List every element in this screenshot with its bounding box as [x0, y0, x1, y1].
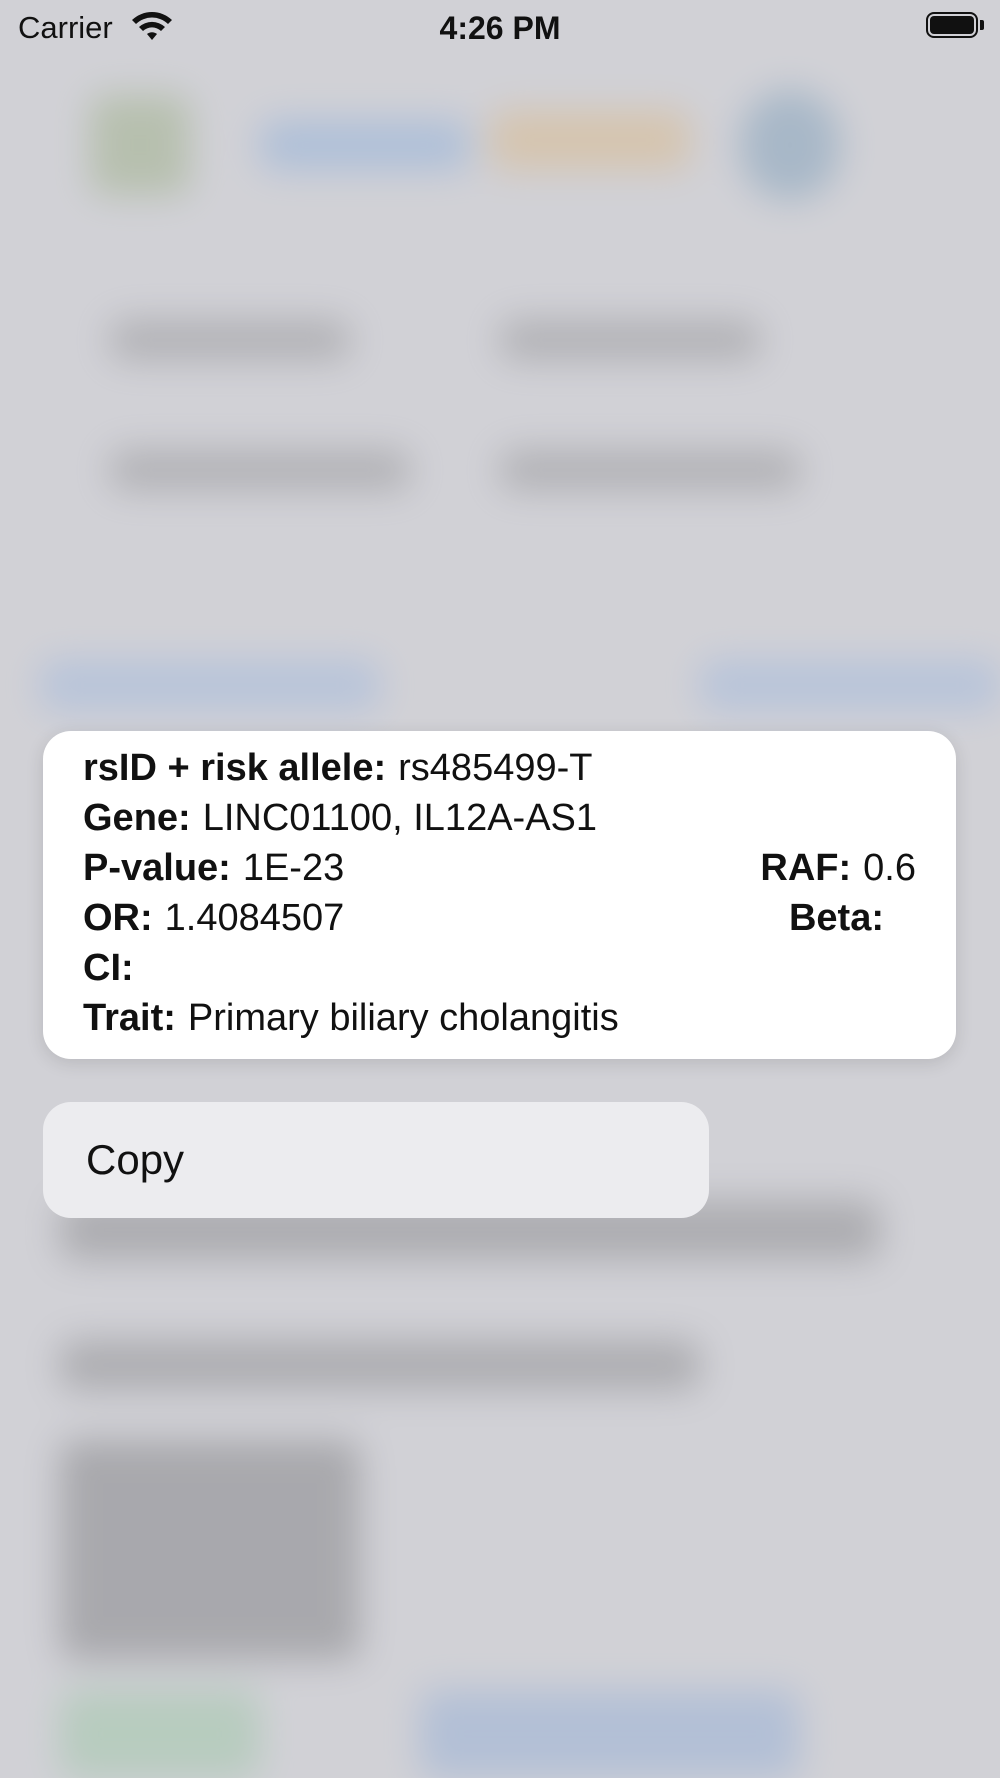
rsid-value: rs485499-T — [398, 747, 593, 789]
rsid-row: rsID + risk allele: rs485499-T — [83, 747, 916, 791]
trait-value: Primary biliary cholangitis — [187, 997, 619, 1039]
trait-row: Trait: Primary biliary cholangitis — [83, 997, 916, 1041]
or-row: OR: 1.4084507 Beta: — [83, 897, 916, 941]
raf-field: RAF: 0.6 — [760, 847, 916, 890]
status-bar: Carrier 4:26 PM — [0, 0, 1000, 56]
battery-icon — [926, 12, 984, 38]
gene-value: LINC01100, IL12A-AS1 — [202, 797, 598, 839]
pvalue-value: 1E-23 — [242, 847, 345, 889]
clock: 4:26 PM — [439, 10, 561, 46]
rsid-label: rsID + risk allele: — [83, 747, 387, 789]
association-preview-card: rsID + risk allele: rs485499-T Gene: LINC0… — [43, 731, 956, 1059]
copy-menu-item[interactable]: Copy — [43, 1102, 709, 1218]
gene-row: Gene: LINC01100, IL12A-AS1 — [83, 797, 916, 841]
beta-field: Beta: — [789, 897, 896, 940]
or-label: OR: — [83, 897, 153, 939]
ci-row: CI: — [83, 947, 916, 991]
raf-label: RAF: — [760, 847, 852, 889]
gene-label: Gene: — [83, 797, 191, 839]
raf-value: 0.6 — [863, 847, 916, 889]
beta-label: Beta: — [788, 897, 884, 939]
pvalue-row: P-value: 1E-23 RAF: 0.6 — [83, 847, 916, 891]
trait-label: Trait: — [83, 997, 176, 1039]
ci-label: CI: — [83, 947, 134, 989]
or-value: 1.4084507 — [164, 897, 345, 939]
context-menu: Copy — [43, 1102, 709, 1218]
pvalue-label: P-value: — [83, 847, 231, 889]
